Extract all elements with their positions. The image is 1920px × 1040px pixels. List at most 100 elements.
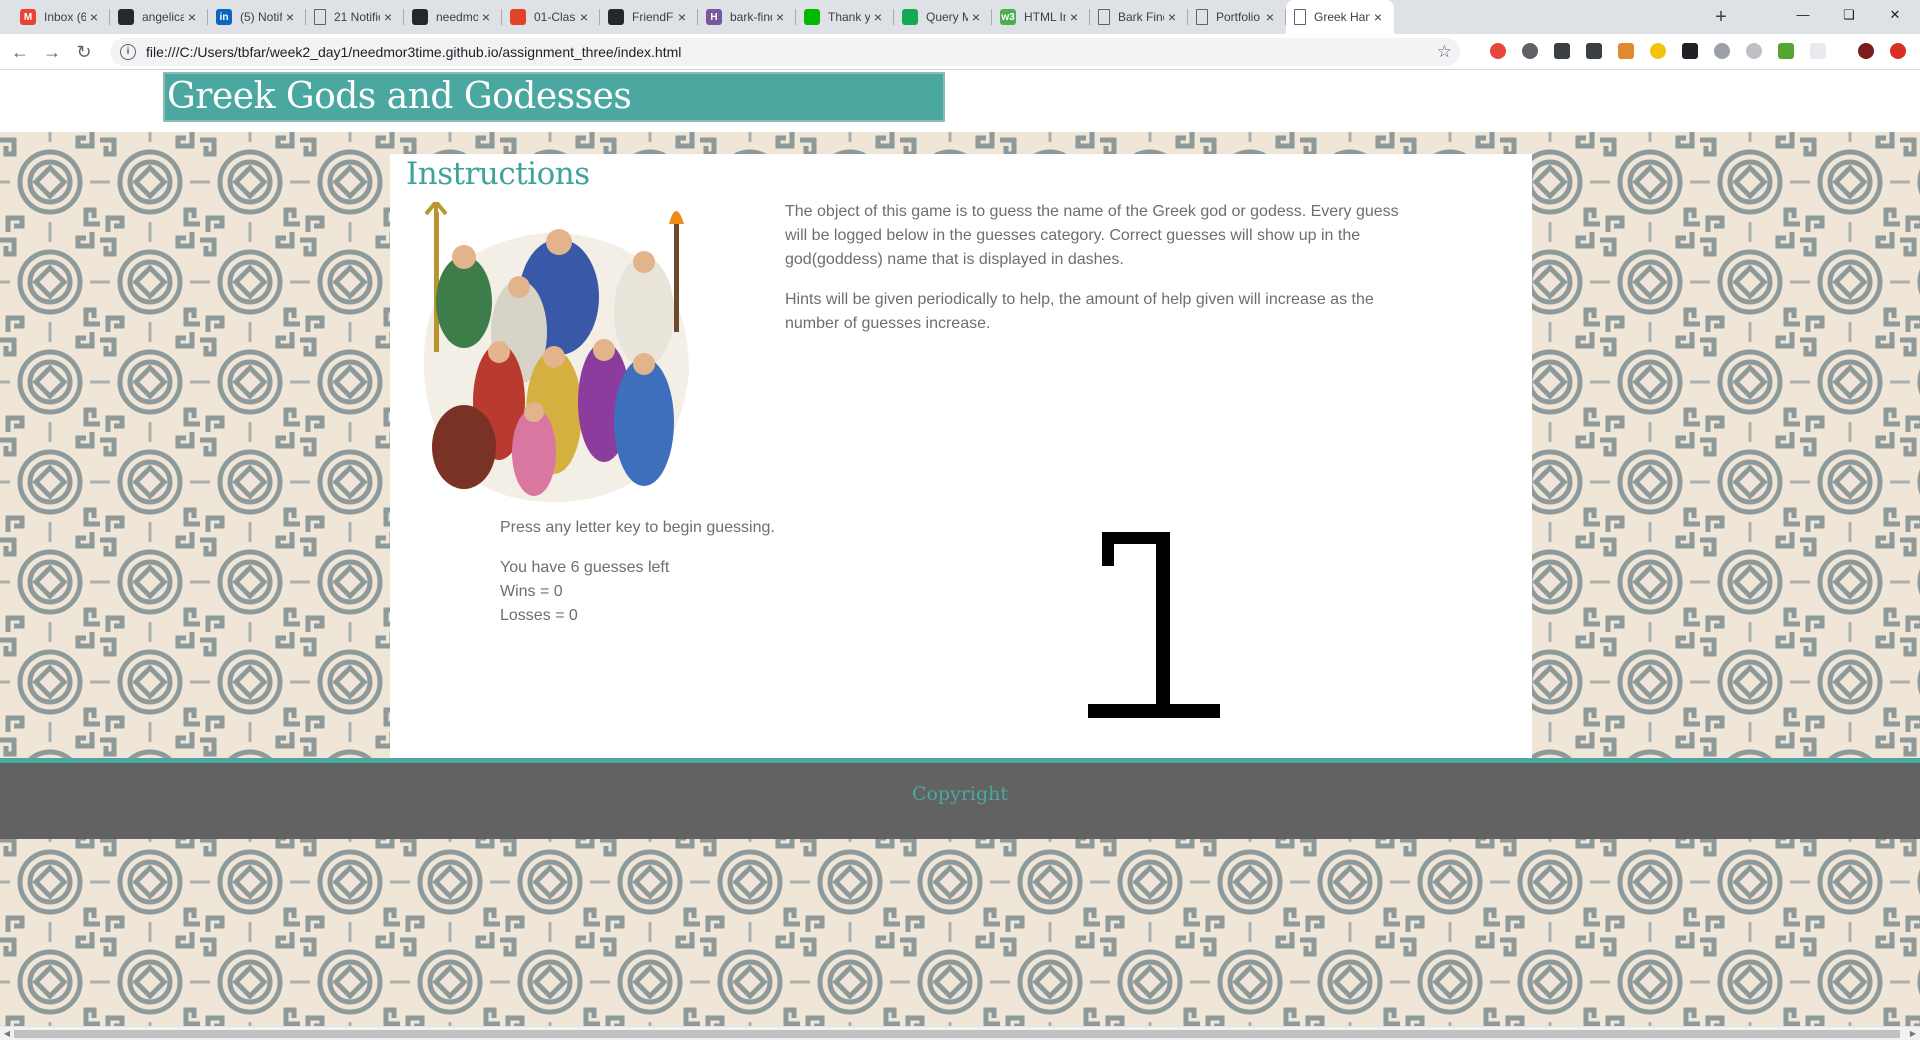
browser-toolbar: ← → ↻ i file:///C:/Users/tbfar/week2_day… (0, 34, 1920, 70)
close-tab-icon[interactable]: × (282, 9, 298, 25)
tab-title: Greek Han (1314, 10, 1370, 24)
losses-count: Losses = 0 (500, 607, 578, 624)
browser-tab[interactable]: Thank you× (796, 0, 894, 34)
extension-icon[interactable] (1746, 43, 1762, 59)
heroku-icon: H (706, 9, 722, 25)
close-tab-icon[interactable]: × (1066, 9, 1082, 25)
tab-strip: MInbox (649×angelicakr×in(5) Notifica×21… (0, 0, 1920, 34)
close-tab-icon[interactable]: × (1370, 9, 1386, 25)
close-tab-icon[interactable]: × (870, 9, 886, 25)
minimize-button[interactable]: — (1780, 0, 1826, 30)
footer: Copyright (0, 758, 1920, 839)
game-card: Instructions The object of this game is … (390, 154, 1532, 758)
extension-icon[interactable] (1554, 43, 1570, 59)
browser-tab[interactable]: 21 Notifica× (306, 0, 404, 34)
linkedin-icon: in (216, 9, 232, 25)
browser-tab[interactable]: in (5) Notifica× (208, 0, 306, 34)
browser-tab[interactable]: Bark Finde× (1090, 0, 1188, 34)
tab-title: FriendFindi (632, 10, 674, 24)
close-tab-icon[interactable]: × (1164, 9, 1180, 25)
line-chat-icon (804, 9, 820, 25)
page-icon (314, 9, 326, 25)
title-banner: Greek Gods and Godesses (163, 72, 945, 122)
scroll-right-arrow-icon[interactable]: ▶ (1906, 1027, 1920, 1040)
hangman-gallows (1088, 532, 1220, 718)
close-tab-icon[interactable]: × (380, 9, 396, 25)
new-tab-button[interactable]: + (1708, 4, 1734, 30)
close-tab-icon[interactable]: × (968, 9, 984, 25)
tab-title: needmor3 (436, 10, 478, 24)
github-icon (412, 9, 428, 25)
mongodb-icon (902, 9, 918, 25)
tab-title: HTML Inpu (1024, 10, 1066, 24)
browser-tab[interactable]: FriendFindi× (600, 0, 698, 34)
gmail-icon: M (20, 9, 36, 25)
instructions-paragraph: Hints will be given periodically to help… (785, 291, 1374, 332)
browser-tab[interactable]: 01-Class-C× (502, 0, 600, 34)
close-tab-icon[interactable]: × (184, 9, 200, 25)
w3schools-icon: w3 (1000, 9, 1016, 25)
web-page: Greek Gods and Godesses Instructions The… (0, 70, 1920, 1026)
tab-title: Thank you (828, 10, 870, 24)
scroll-left-arrow-icon[interactable]: ◀ (0, 1027, 14, 1040)
browser-tab[interactable]: needmor3× (404, 0, 502, 34)
extension-icon[interactable] (1490, 43, 1506, 59)
game-status: Press any letter key to begin guessing. … (500, 516, 775, 628)
forward-button[interactable]: → (40, 40, 64, 64)
tab-title: Inbox (649 (44, 10, 86, 24)
tab-title: 01-Class-C (534, 10, 576, 24)
tab-title: 21 Notifica (334, 10, 380, 24)
tab-title: Query Mo (926, 10, 968, 24)
instructions-text: The object of this game is to guess the … (785, 200, 1415, 352)
horizontal-scrollbar[interactable]: ◀ ▶ (0, 1026, 1920, 1040)
page-icon (1196, 9, 1208, 25)
reload-button[interactable]: ↻ (72, 40, 96, 64)
extension-icon[interactable] (1682, 43, 1698, 59)
browser-tab[interactable]: Query Mo× (894, 0, 992, 34)
close-tab-icon[interactable]: × (86, 9, 102, 25)
close-tab-icon[interactable]: × (1262, 9, 1278, 25)
github-icon (608, 9, 624, 25)
bookmark-star-icon[interactable]: ☆ (1437, 42, 1452, 62)
tab-title: Bark Finde (1118, 10, 1164, 24)
browser-tab[interactable]: Hbark-finde× (698, 0, 796, 34)
gitlab-icon (510, 9, 526, 25)
extension-icon[interactable] (1778, 43, 1794, 59)
address-bar[interactable]: i file:///C:/Users/tbfar/week2_day1/need… (110, 38, 1460, 66)
tab-title: angelicakr (142, 10, 184, 24)
extension-icon[interactable] (1650, 43, 1666, 59)
extension-icon[interactable] (1810, 43, 1826, 59)
tab-title: Portfolio (1216, 10, 1261, 24)
start-prompt: Press any letter key to begin guessing. (500, 519, 775, 536)
browser-tab[interactable]: angelicakr× (110, 0, 208, 34)
page-title: Greek Gods and Godesses (167, 76, 632, 117)
page-icon (1294, 9, 1306, 25)
close-tab-icon[interactable]: × (674, 9, 690, 25)
extension-icon[interactable] (1522, 43, 1538, 59)
extension-icon[interactable] (1618, 43, 1634, 59)
instructions-heading: Instructions (406, 156, 590, 192)
close-tab-icon[interactable]: × (772, 9, 788, 25)
browser-tab[interactable]: M Inbox (649× (12, 0, 110, 34)
extension-icon[interactable] (1586, 43, 1602, 59)
browser-tab[interactable]: w3 HTML Inpu× (992, 0, 1090, 34)
update-icon[interactable] (1890, 43, 1906, 59)
close-window-button[interactable]: ✕ (1872, 0, 1918, 30)
browser-tab[interactable]: Greek Han × (1286, 0, 1394, 34)
copyright-text: Copyright (911, 783, 1009, 805)
back-button[interactable]: ← (8, 40, 32, 64)
tab-title: (5) Notifica (240, 10, 282, 24)
maximize-button[interactable]: ❏ (1826, 0, 1872, 30)
profile-avatar[interactable] (1858, 43, 1874, 59)
instructions-paragraph: The object of this game is to guess the … (785, 203, 1399, 268)
site-info-icon[interactable]: i (120, 44, 136, 60)
page-icon (1098, 9, 1110, 25)
close-tab-icon[interactable]: × (576, 9, 592, 25)
extension-icon[interactable] (1714, 43, 1730, 59)
url-text[interactable]: file:///C:/Users/tbfar/week2_day1/needmo… (146, 44, 681, 60)
close-tab-icon[interactable]: × (478, 9, 494, 25)
scrollbar-thumb[interactable] (14, 1030, 1900, 1038)
wins-count: Wins = 0 (500, 583, 563, 600)
tab-title: bark-finde (730, 10, 772, 24)
browser-tab[interactable]: Portfolio × (1188, 0, 1286, 34)
